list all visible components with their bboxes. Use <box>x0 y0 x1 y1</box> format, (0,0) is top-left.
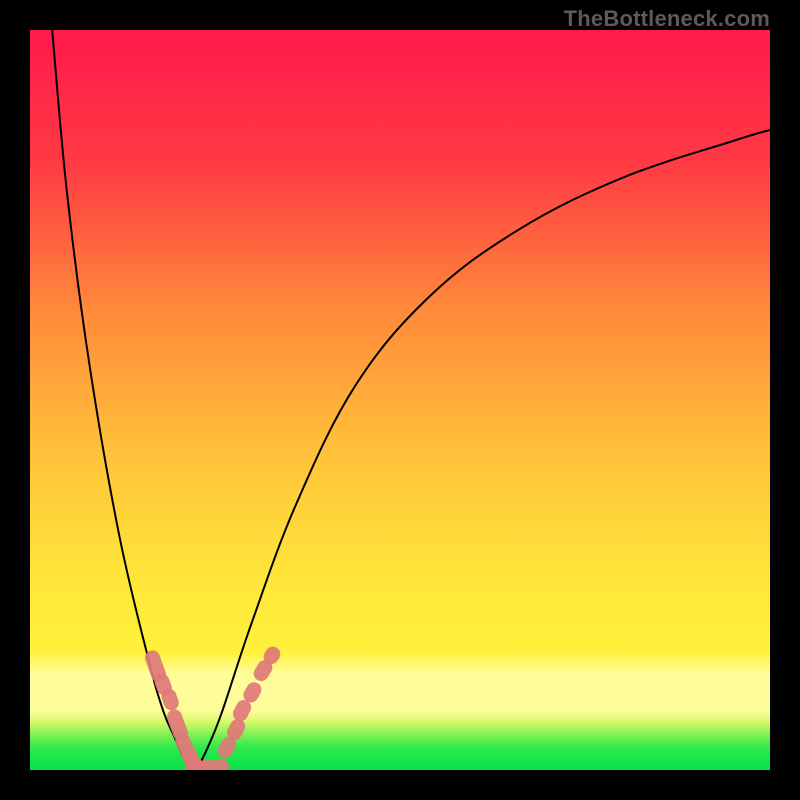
chart-frame: TheBottleneck.com <box>0 0 800 800</box>
watermark-text: TheBottleneck.com <box>564 6 770 32</box>
data-point-capsule <box>209 757 230 770</box>
data-point-markers <box>30 30 770 770</box>
plot-area <box>30 30 770 770</box>
